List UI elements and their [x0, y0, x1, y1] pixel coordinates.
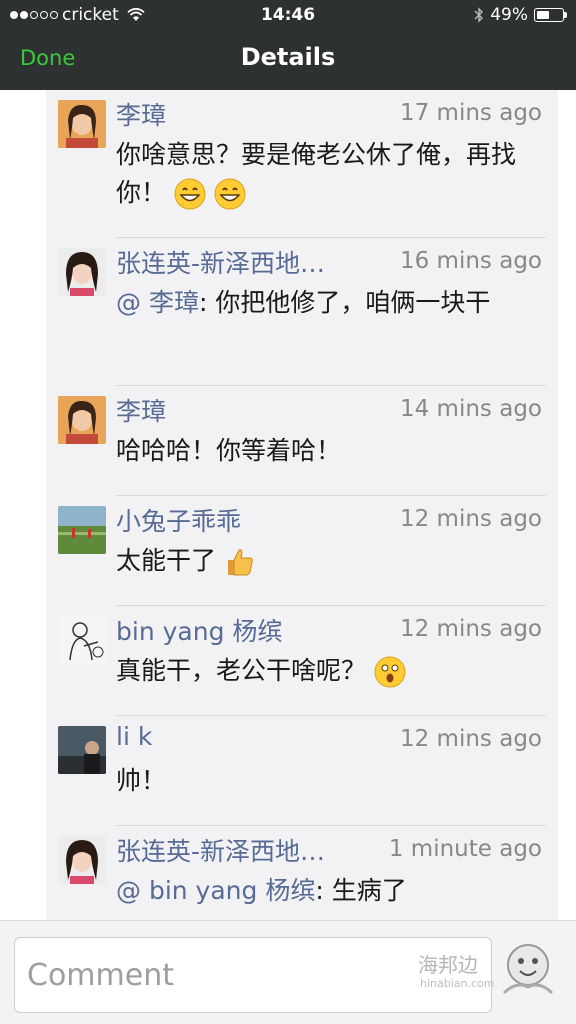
page-title: Details: [240, 43, 336, 71]
comment-list[interactable]: 李璋 17 mins ago 你啥意思？要是俺老公休了俺，再找你！ 张连英-新泽…: [0, 90, 576, 920]
comments-panel: 李璋 17 mins ago 你啥意思？要是俺老公休了俺，再找你！ 张连英-新泽…: [46, 90, 558, 920]
top-bar: cricket 14:46 49% Done Details: [0, 0, 576, 90]
battery-icon: [534, 8, 567, 22]
avatar[interactable]: [58, 726, 106, 774]
grin-emoji-icon: [214, 178, 246, 210]
comment-time: 17 mins ago: [399, 100, 542, 126]
comment-time: 12 mins ago: [399, 726, 542, 752]
battery-percent: 49%: [490, 5, 528, 25]
mention-link[interactable]: @ 李璋: [116, 288, 199, 317]
bluetooth-icon: [474, 7, 484, 23]
comment-author[interactable]: 张连英-新泽西地…: [116, 832, 325, 868]
comment-item[interactable]: 小兔子乖乖 12 mins ago 太能干了: [46, 496, 558, 606]
comment-time: 1 minute ago: [388, 836, 542, 862]
comment-author[interactable]: 小兔子乖乖: [116, 502, 241, 538]
nav-bar: Done Details: [0, 30, 576, 90]
avatar[interactable]: [58, 100, 106, 148]
comment-text: 你啥意思？要是俺老公休了俺，再找你！: [116, 136, 536, 212]
comment-bar: 海邦边 hinabian.com: [0, 920, 576, 1024]
watermark-sub: hinabian.com: [420, 977, 495, 990]
comment-author[interactable]: li k: [116, 722, 152, 751]
comment-text: 哈哈哈！你等着哈！: [116, 436, 342, 465]
comment-time: 16 mins ago: [399, 248, 542, 274]
thumbs-up-icon: [227, 549, 253, 576]
comment-item[interactable]: 张连英-新泽西地… 16 mins ago @ 李璋: 你把他修了，咱俩一块干: [46, 238, 558, 386]
avatar[interactable]: [58, 836, 106, 884]
grin-emoji-icon: [174, 178, 206, 210]
comment-item[interactable]: 张连英-新泽西地… 1 minute ago @ bin yang 杨缤: 生病…: [46, 826, 558, 920]
comment-time: 12 mins ago: [399, 506, 542, 532]
watermark-text: 海邦边: [418, 953, 478, 977]
comment-text: @ bin yang 杨缤: 生病了: [116, 872, 536, 910]
comment-text: 太能干了: [116, 542, 536, 580]
comment-item[interactable]: li k 12 mins ago 帅！: [46, 716, 558, 826]
comment-time: 14 mins ago: [399, 396, 542, 422]
comment-text: @ 李璋: 你把他修了，咱俩一块干: [116, 284, 536, 322]
avatar[interactable]: [58, 506, 106, 554]
comment-author[interactable]: bin yang 杨缤: [116, 612, 282, 648]
comment-body: 真能干，老公干啥呢？: [116, 656, 367, 685]
comment-body: : 你把他修了，咱俩一块干: [198, 288, 491, 317]
comment-text: 帅！: [116, 766, 167, 795]
mention-link[interactable]: @ bin yang 杨缤: [116, 876, 315, 905]
comment-author[interactable]: 张连英-新泽西地…: [116, 244, 325, 280]
status-right: 49%: [474, 5, 567, 25]
comment-item[interactable]: 李璋 14 mins ago 哈哈哈！你等着哈！: [46, 386, 558, 496]
avatar[interactable]: [58, 396, 106, 444]
comment-author[interactable]: 李璋: [116, 96, 166, 132]
comment-item[interactable]: 李璋 17 mins ago 你啥意思？要是俺老公休了俺，再找你！: [46, 90, 558, 238]
comment-author[interactable]: 李璋: [116, 392, 166, 428]
comment-body: : 生病了: [315, 876, 407, 905]
mascot-logo-icon: [502, 944, 554, 995]
avatar[interactable]: [58, 616, 106, 664]
comment-item[interactable]: bin yang 杨缤 12 mins ago 真能干，老公干啥呢？: [46, 606, 558, 716]
surprised-emoji-icon: [374, 656, 406, 688]
comment-time: 12 mins ago: [399, 616, 542, 642]
avatar[interactable]: [58, 248, 106, 296]
status-bar: cricket 14:46 49%: [0, 0, 576, 30]
comment-body: 太能干了: [116, 546, 217, 575]
comment-text: 真能干，老公干啥呢？: [116, 652, 536, 690]
